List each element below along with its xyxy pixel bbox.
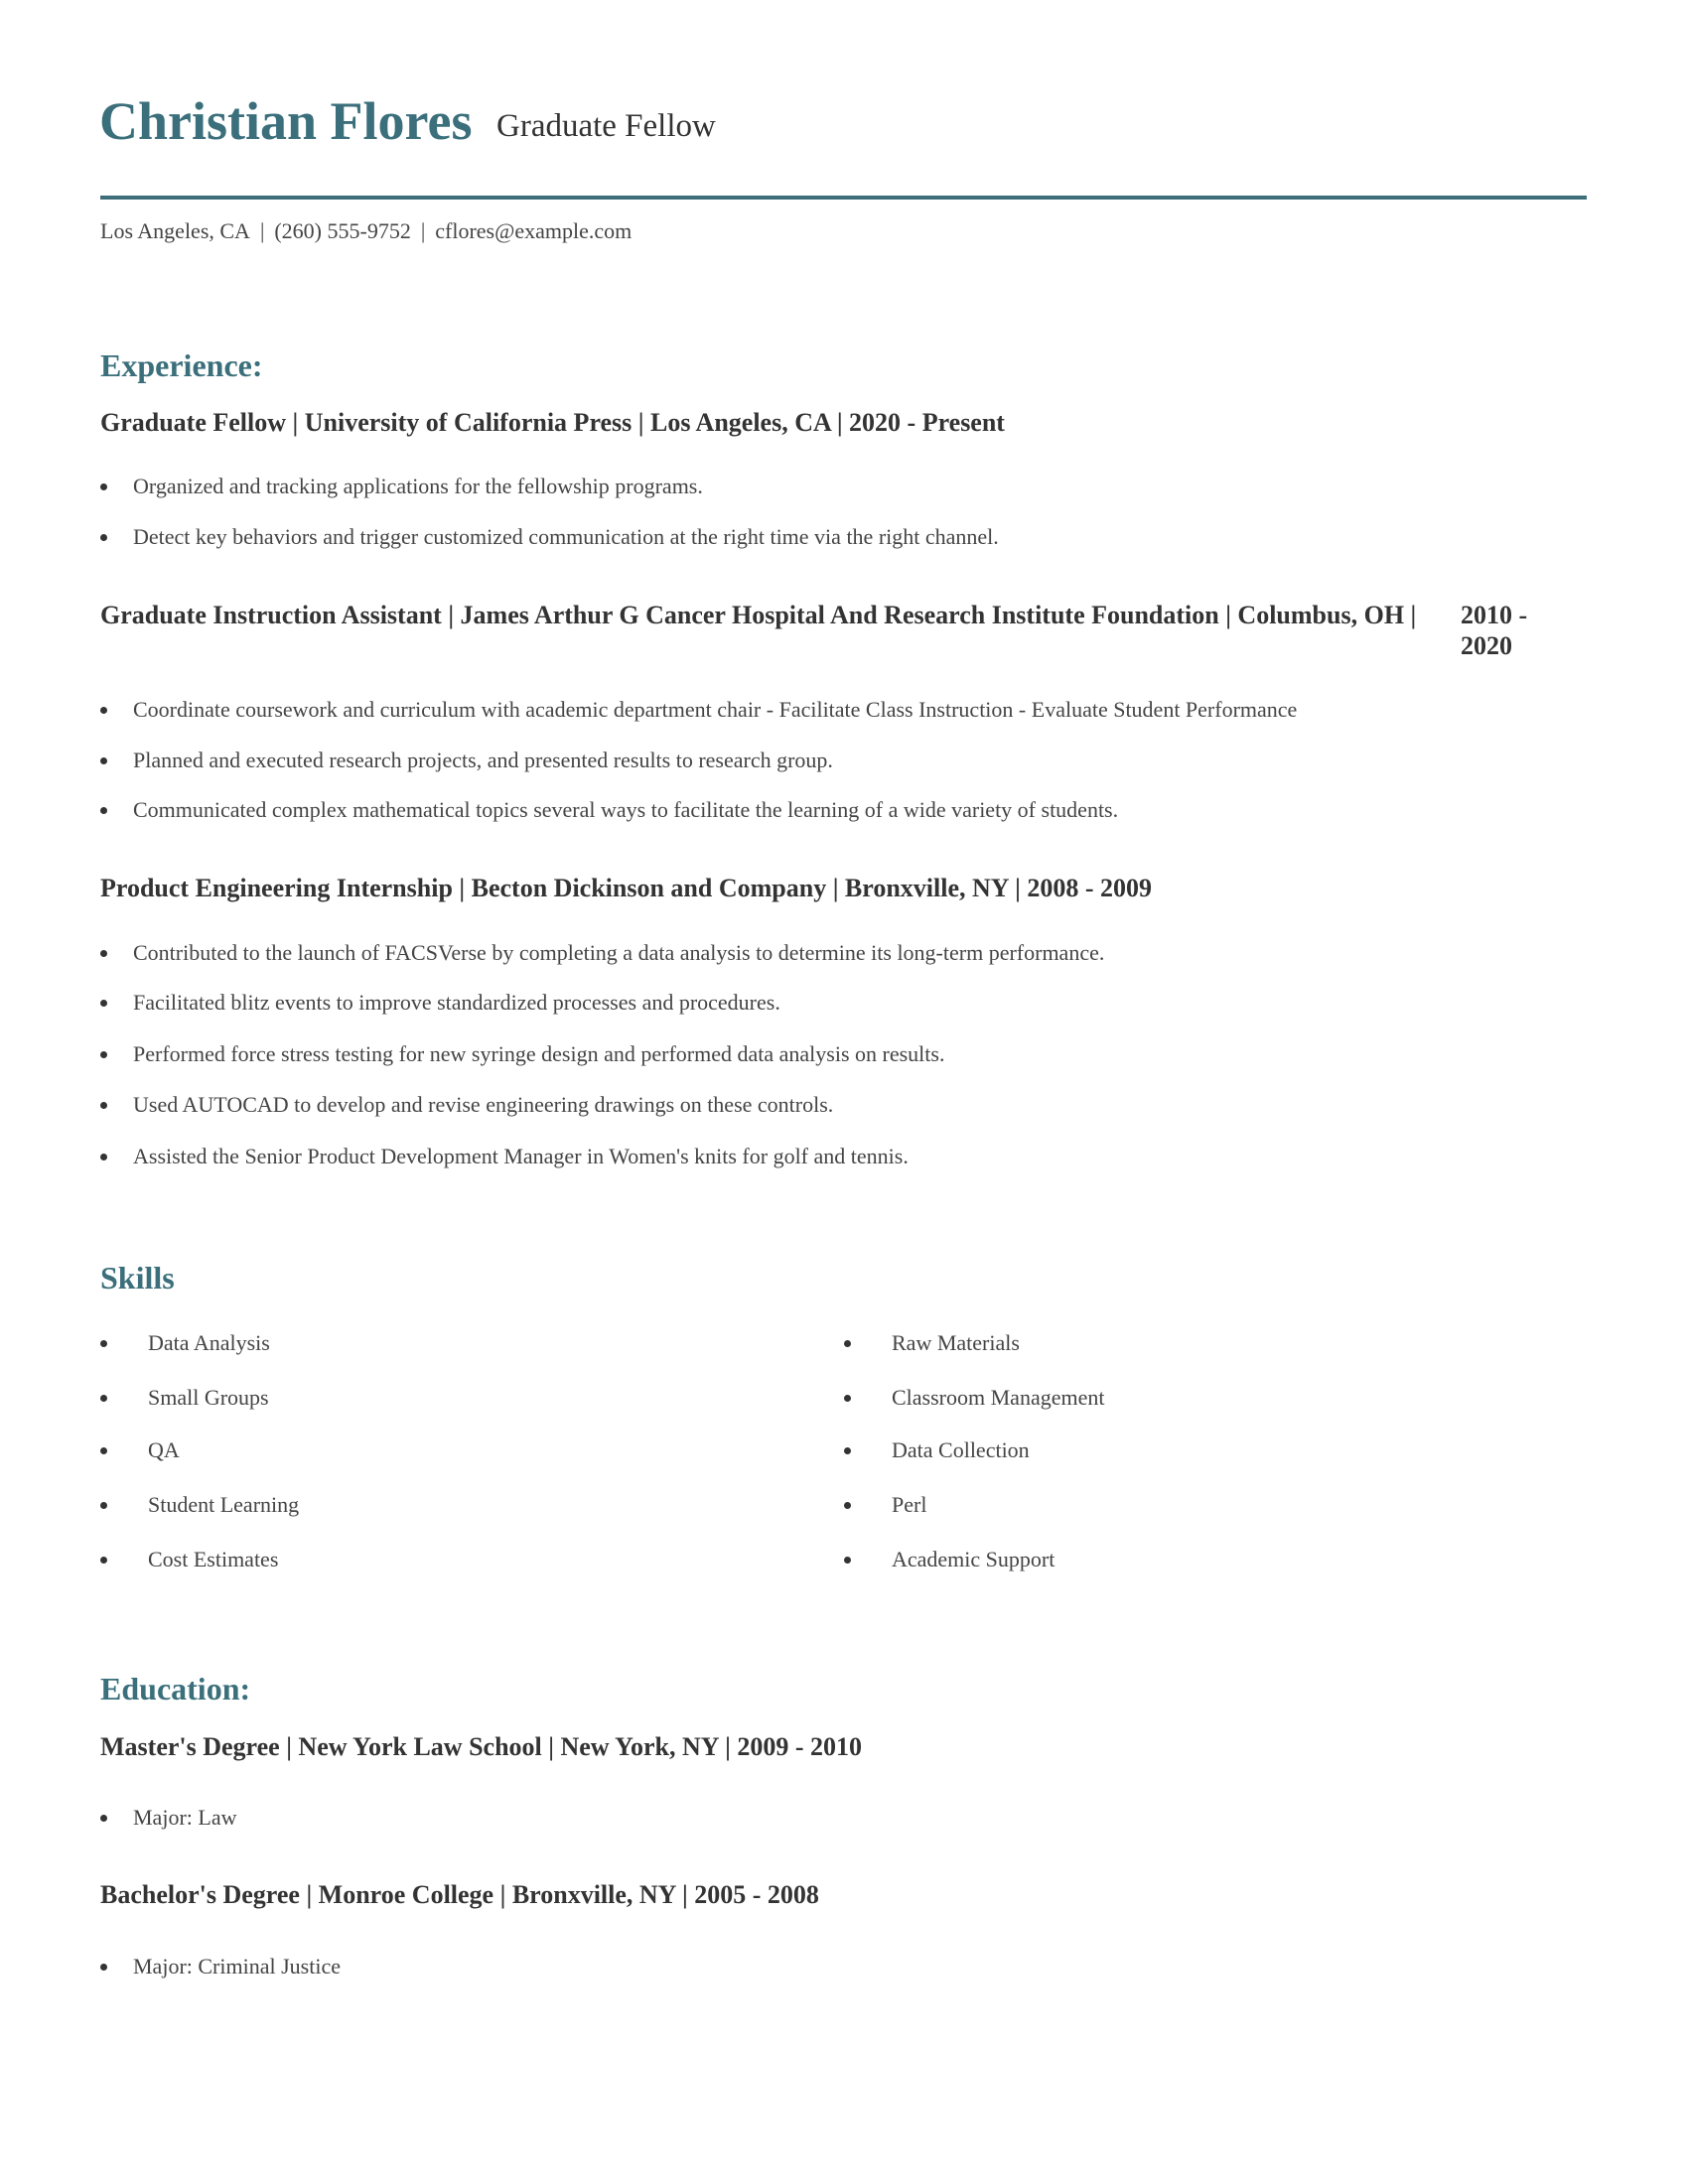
- bullet-icon: [100, 483, 107, 490]
- skill-label: Cost Estimates: [148, 1547, 279, 1571]
- education-heading: Education:: [100, 1671, 251, 1706]
- bullet-icon: [100, 707, 107, 714]
- job-title: Product Engineering Internship | Becton …: [100, 874, 1152, 902]
- bullet-icon: [844, 1557, 851, 1564]
- candidate-title: Graduate Fellow: [496, 108, 716, 144]
- skill-label: Student Learning: [148, 1492, 300, 1517]
- skill-label: Classroom Management: [892, 1385, 1105, 1410]
- skills-heading: Skills: [100, 1260, 175, 1296]
- job-bullet-text: Performed force stress testing for new s…: [133, 1041, 945, 1066]
- bullet-icon: [100, 1395, 107, 1402]
- education-title: Bachelor's Degree | Monroe College | Bro…: [100, 1880, 819, 1909]
- job-date: 2010 - 2020: [1461, 601, 1528, 660]
- bullet-icon: [100, 1502, 107, 1509]
- job-bullet-text: Facilitated blitz events to improve stan…: [133, 990, 780, 1015]
- candidate-name: Christian Flores: [99, 91, 473, 151]
- bullet-icon: [100, 757, 107, 764]
- job-bullet-text: Used AUTOCAD to develop and revise engin…: [133, 1092, 834, 1117]
- skill-label: Data Analysis: [148, 1330, 270, 1355]
- bullet-icon: [100, 1815, 107, 1822]
- job-bullet-text: Planned and executed research projects, …: [133, 748, 833, 772]
- skill-label: QA: [148, 1437, 180, 1462]
- bullet-icon: [844, 1447, 851, 1454]
- bullet-icon: [100, 807, 107, 814]
- education-title: Master's Degree | New York Law School | …: [100, 1732, 862, 1761]
- skill-label: Data Collection: [892, 1437, 1030, 1462]
- bullet-icon: [100, 1051, 107, 1058]
- job-title: Graduate Instruction Assistant | James A…: [100, 601, 1417, 629]
- contact-separator: |: [259, 218, 265, 243]
- bullet-icon: [844, 1340, 851, 1347]
- header-divider: [100, 196, 1587, 200]
- job-bullet-text: Organized and tracking applications for …: [133, 474, 703, 498]
- job-bullet-text: Communicated complex mathematical topics…: [133, 797, 1119, 822]
- education-bullet-text: Major: Law: [133, 1805, 237, 1830]
- contact-separator: |: [420, 218, 426, 243]
- education-bullet-text: Major: Criminal Justice: [133, 1954, 341, 1979]
- bullet-icon: [100, 1447, 107, 1454]
- contact-line: Los Angeles, CA | (260) 555-9752 | cflores@e…: [100, 217, 632, 245]
- job-bullet-text: Contributed to the launch of FACSVerse b…: [133, 940, 1105, 965]
- bullet-icon: [844, 1395, 851, 1402]
- bullet-icon: [100, 950, 107, 957]
- skill-label: Academic Support: [892, 1547, 1055, 1571]
- bullet-icon: [844, 1502, 851, 1509]
- bullet-icon: [100, 1964, 107, 1971]
- bullet-icon: [100, 534, 107, 541]
- skill-label: Raw Materials: [892, 1330, 1020, 1355]
- contact-email[interactable]: cflores@example.com: [435, 218, 632, 243]
- job-bullet-text: Coordinate coursework and curriculum wit…: [133, 697, 1298, 722]
- skill-label: Perl: [892, 1492, 927, 1517]
- bullet-icon: [100, 1154, 107, 1160]
- bullet-icon: [100, 1102, 107, 1109]
- contact-location: Los Angeles, CA: [100, 218, 250, 243]
- bullet-icon: [100, 1000, 107, 1007]
- skill-label: Small Groups: [148, 1385, 269, 1410]
- bullet-icon: [100, 1557, 107, 1564]
- experience-heading: Experience:: [100, 347, 263, 383]
- job-title: Graduate Fellow | University of Californ…: [100, 408, 1005, 437]
- job-bullet-text: Assisted the Senior Product Development …: [133, 1144, 909, 1168]
- job-bullet-text: Detect key behaviors and trigger customi…: [133, 524, 999, 549]
- bullet-icon: [100, 1340, 107, 1347]
- contact-phone: (260) 555-9752: [274, 218, 411, 243]
